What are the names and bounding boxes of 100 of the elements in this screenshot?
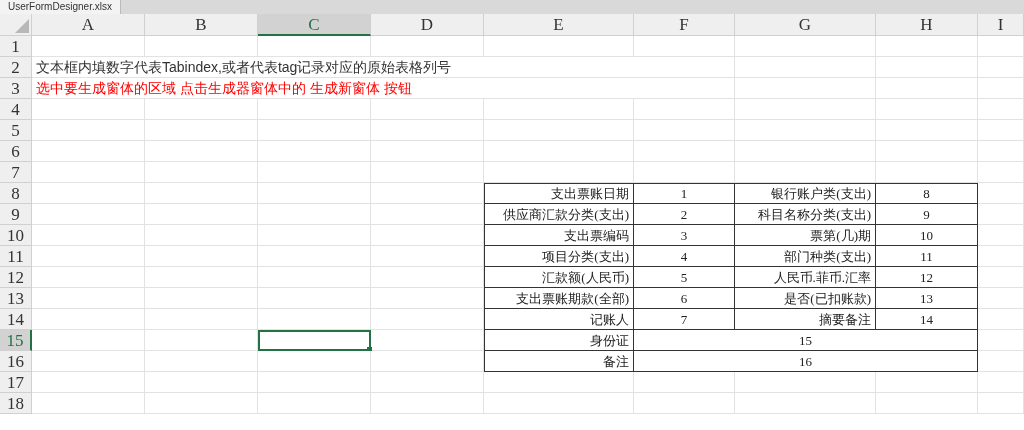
sheet-cell[interactable] bbox=[735, 57, 876, 78]
sheet-cell[interactable] bbox=[634, 141, 735, 162]
sheet-cell[interactable] bbox=[634, 57, 735, 78]
sheet-cell[interactable] bbox=[258, 36, 371, 57]
row-header[interactable]: 16 bbox=[0, 351, 32, 372]
sheet-cell[interactable] bbox=[145, 36, 258, 57]
sheet-cell[interactable] bbox=[371, 204, 484, 225]
fill-handle-icon[interactable] bbox=[367, 347, 372, 351]
sheet-cell[interactable] bbox=[876, 120, 978, 141]
sheet-cell[interactable] bbox=[978, 267, 1024, 288]
sheet-cell[interactable] bbox=[484, 120, 634, 141]
row-header[interactable]: 8 bbox=[0, 183, 32, 204]
sheet-cell[interactable] bbox=[32, 351, 145, 372]
sheet-cell[interactable] bbox=[484, 99, 634, 120]
sheet-cell[interactable] bbox=[371, 393, 484, 414]
sheet-cell[interactable] bbox=[484, 372, 634, 393]
sheet-cell[interactable] bbox=[32, 162, 145, 183]
sheet-cell[interactable] bbox=[32, 267, 145, 288]
sheet-cell[interactable] bbox=[634, 99, 735, 120]
sheet-cell[interactable] bbox=[32, 393, 145, 414]
selected-cell[interactable] bbox=[258, 330, 371, 351]
row-header[interactable]: 18 bbox=[0, 393, 32, 414]
column-header[interactable]: H bbox=[876, 14, 978, 36]
sheet-cell[interactable] bbox=[145, 99, 258, 120]
sheet-cell[interactable] bbox=[978, 246, 1024, 267]
sheet-cell[interactable] bbox=[634, 372, 735, 393]
column-header[interactable]: B bbox=[145, 14, 258, 36]
sheet-cell[interactable] bbox=[258, 225, 371, 246]
sheet-cell[interactable] bbox=[484, 162, 634, 183]
sheet-cell[interactable] bbox=[634, 78, 735, 99]
sheet-cell[interactable] bbox=[371, 246, 484, 267]
sheet-cell[interactable] bbox=[258, 141, 371, 162]
sheet-cell[interactable] bbox=[145, 267, 258, 288]
row-header[interactable]: 12 bbox=[0, 267, 32, 288]
sheet-cell[interactable] bbox=[484, 393, 634, 414]
sheet-cell[interactable] bbox=[735, 78, 876, 99]
sheet-cell[interactable] bbox=[145, 288, 258, 309]
sheet-cell[interactable] bbox=[876, 99, 978, 120]
row-header[interactable]: 5 bbox=[0, 120, 32, 141]
row-header[interactable]: 15 bbox=[0, 330, 32, 351]
sheet-cell[interactable] bbox=[145, 372, 258, 393]
sheet-cell[interactable] bbox=[258, 204, 371, 225]
sheet-cell[interactable] bbox=[876, 36, 978, 57]
sheet-cell[interactable] bbox=[145, 351, 258, 372]
sheet-cell[interactable] bbox=[876, 141, 978, 162]
sheet-cell[interactable] bbox=[735, 393, 876, 414]
sheet-cell[interactable] bbox=[371, 309, 484, 330]
sheet-cell[interactable] bbox=[484, 36, 634, 57]
sheet-cell[interactable] bbox=[876, 372, 978, 393]
sheet-cell[interactable] bbox=[32, 99, 145, 120]
sheet-cell[interactable] bbox=[258, 120, 371, 141]
sheet-cell[interactable] bbox=[258, 393, 371, 414]
sheet-cell[interactable] bbox=[735, 162, 876, 183]
sheet-cell[interactable] bbox=[978, 162, 1024, 183]
select-all-icon[interactable] bbox=[15, 19, 29, 33]
sheet-cell[interactable] bbox=[978, 204, 1024, 225]
sheet-cell[interactable] bbox=[258, 183, 371, 204]
sheet-cell[interactable] bbox=[978, 99, 1024, 120]
sheet-cell[interactable] bbox=[634, 36, 735, 57]
sheet-cell[interactable] bbox=[735, 141, 876, 162]
corner-cell[interactable] bbox=[0, 14, 32, 36]
sheet-cell[interactable] bbox=[634, 162, 735, 183]
sheet-cell[interactable] bbox=[145, 183, 258, 204]
sheet-cell[interactable] bbox=[978, 57, 1024, 78]
sheet-cell[interactable] bbox=[735, 120, 876, 141]
sheet-cell[interactable] bbox=[145, 225, 258, 246]
sheet-cell[interactable] bbox=[258, 351, 371, 372]
sheet-cell[interactable] bbox=[978, 393, 1024, 414]
sheet-cell[interactable] bbox=[978, 309, 1024, 330]
column-header[interactable]: D bbox=[371, 14, 484, 36]
column-header[interactable]: E bbox=[484, 14, 634, 36]
sheet-cell[interactable] bbox=[876, 78, 978, 99]
row-header[interactable]: 6 bbox=[0, 141, 32, 162]
column-header[interactable]: G bbox=[735, 14, 876, 36]
row-header[interactable]: 1 bbox=[0, 36, 32, 57]
sheet-cell[interactable] bbox=[145, 162, 258, 183]
sheet-cell[interactable] bbox=[371, 267, 484, 288]
sheet-cell[interactable] bbox=[371, 120, 484, 141]
sheet-cell[interactable] bbox=[258, 267, 371, 288]
row-header[interactable]: 13 bbox=[0, 288, 32, 309]
sheet-cell[interactable] bbox=[371, 99, 484, 120]
sheet-cell[interactable] bbox=[145, 204, 258, 225]
sheet-cell[interactable] bbox=[32, 225, 145, 246]
column-header[interactable]: I bbox=[978, 14, 1024, 36]
sheet-cell[interactable] bbox=[258, 372, 371, 393]
sheet-cell[interactable] bbox=[978, 372, 1024, 393]
sheet-cell[interactable] bbox=[32, 141, 145, 162]
column-header[interactable]: C bbox=[258, 14, 371, 36]
row-header[interactable]: 9 bbox=[0, 204, 32, 225]
sheet-cell[interactable] bbox=[978, 288, 1024, 309]
sheet-cell[interactable] bbox=[876, 57, 978, 78]
row-header[interactable]: 4 bbox=[0, 99, 32, 120]
sheet-cell[interactable] bbox=[735, 99, 876, 120]
row-header[interactable]: 14 bbox=[0, 309, 32, 330]
sheet-cell[interactable] bbox=[258, 288, 371, 309]
sheet-cell[interactable] bbox=[258, 246, 371, 267]
sheet-cell[interactable] bbox=[978, 183, 1024, 204]
file-tab[interactable]: UserFormDesigner.xlsx bbox=[0, 0, 121, 14]
sheet-cell[interactable] bbox=[876, 162, 978, 183]
sheet-cell[interactable] bbox=[978, 78, 1024, 99]
